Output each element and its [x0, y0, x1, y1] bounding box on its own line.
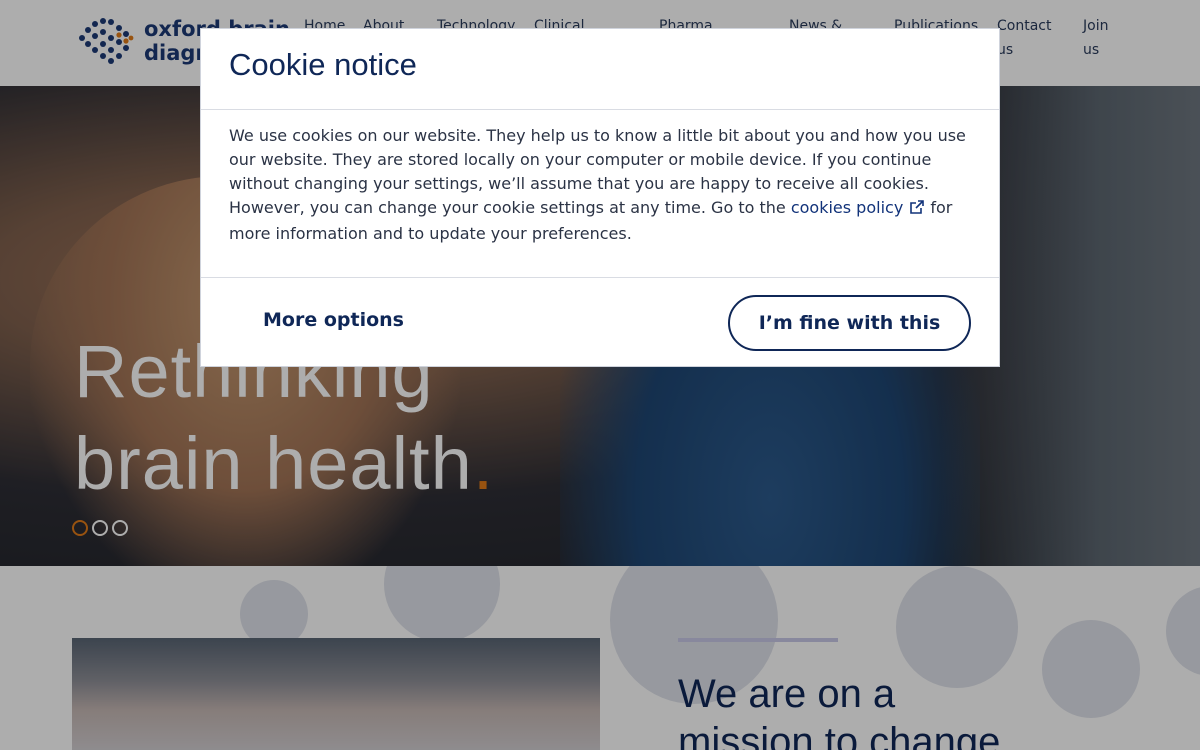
cookie-notice-dialog: Cookie notice We use cookies on our webs…	[200, 28, 1000, 367]
cookies-policy-link[interactable]: cookies policy	[791, 198, 925, 217]
more-options-button[interactable]: More options	[263, 307, 404, 333]
cookie-notice-title: Cookie notice	[229, 47, 417, 82]
divider	[201, 109, 999, 110]
cookies-policy-link-label: cookies policy	[790, 198, 904, 217]
cookie-notice-body: We use cookies on our website. They help…	[229, 124, 969, 246]
accept-cookies-button[interactable]: I’m fine with this	[728, 295, 971, 351]
divider	[201, 277, 999, 278]
external-link-icon	[909, 198, 925, 222]
